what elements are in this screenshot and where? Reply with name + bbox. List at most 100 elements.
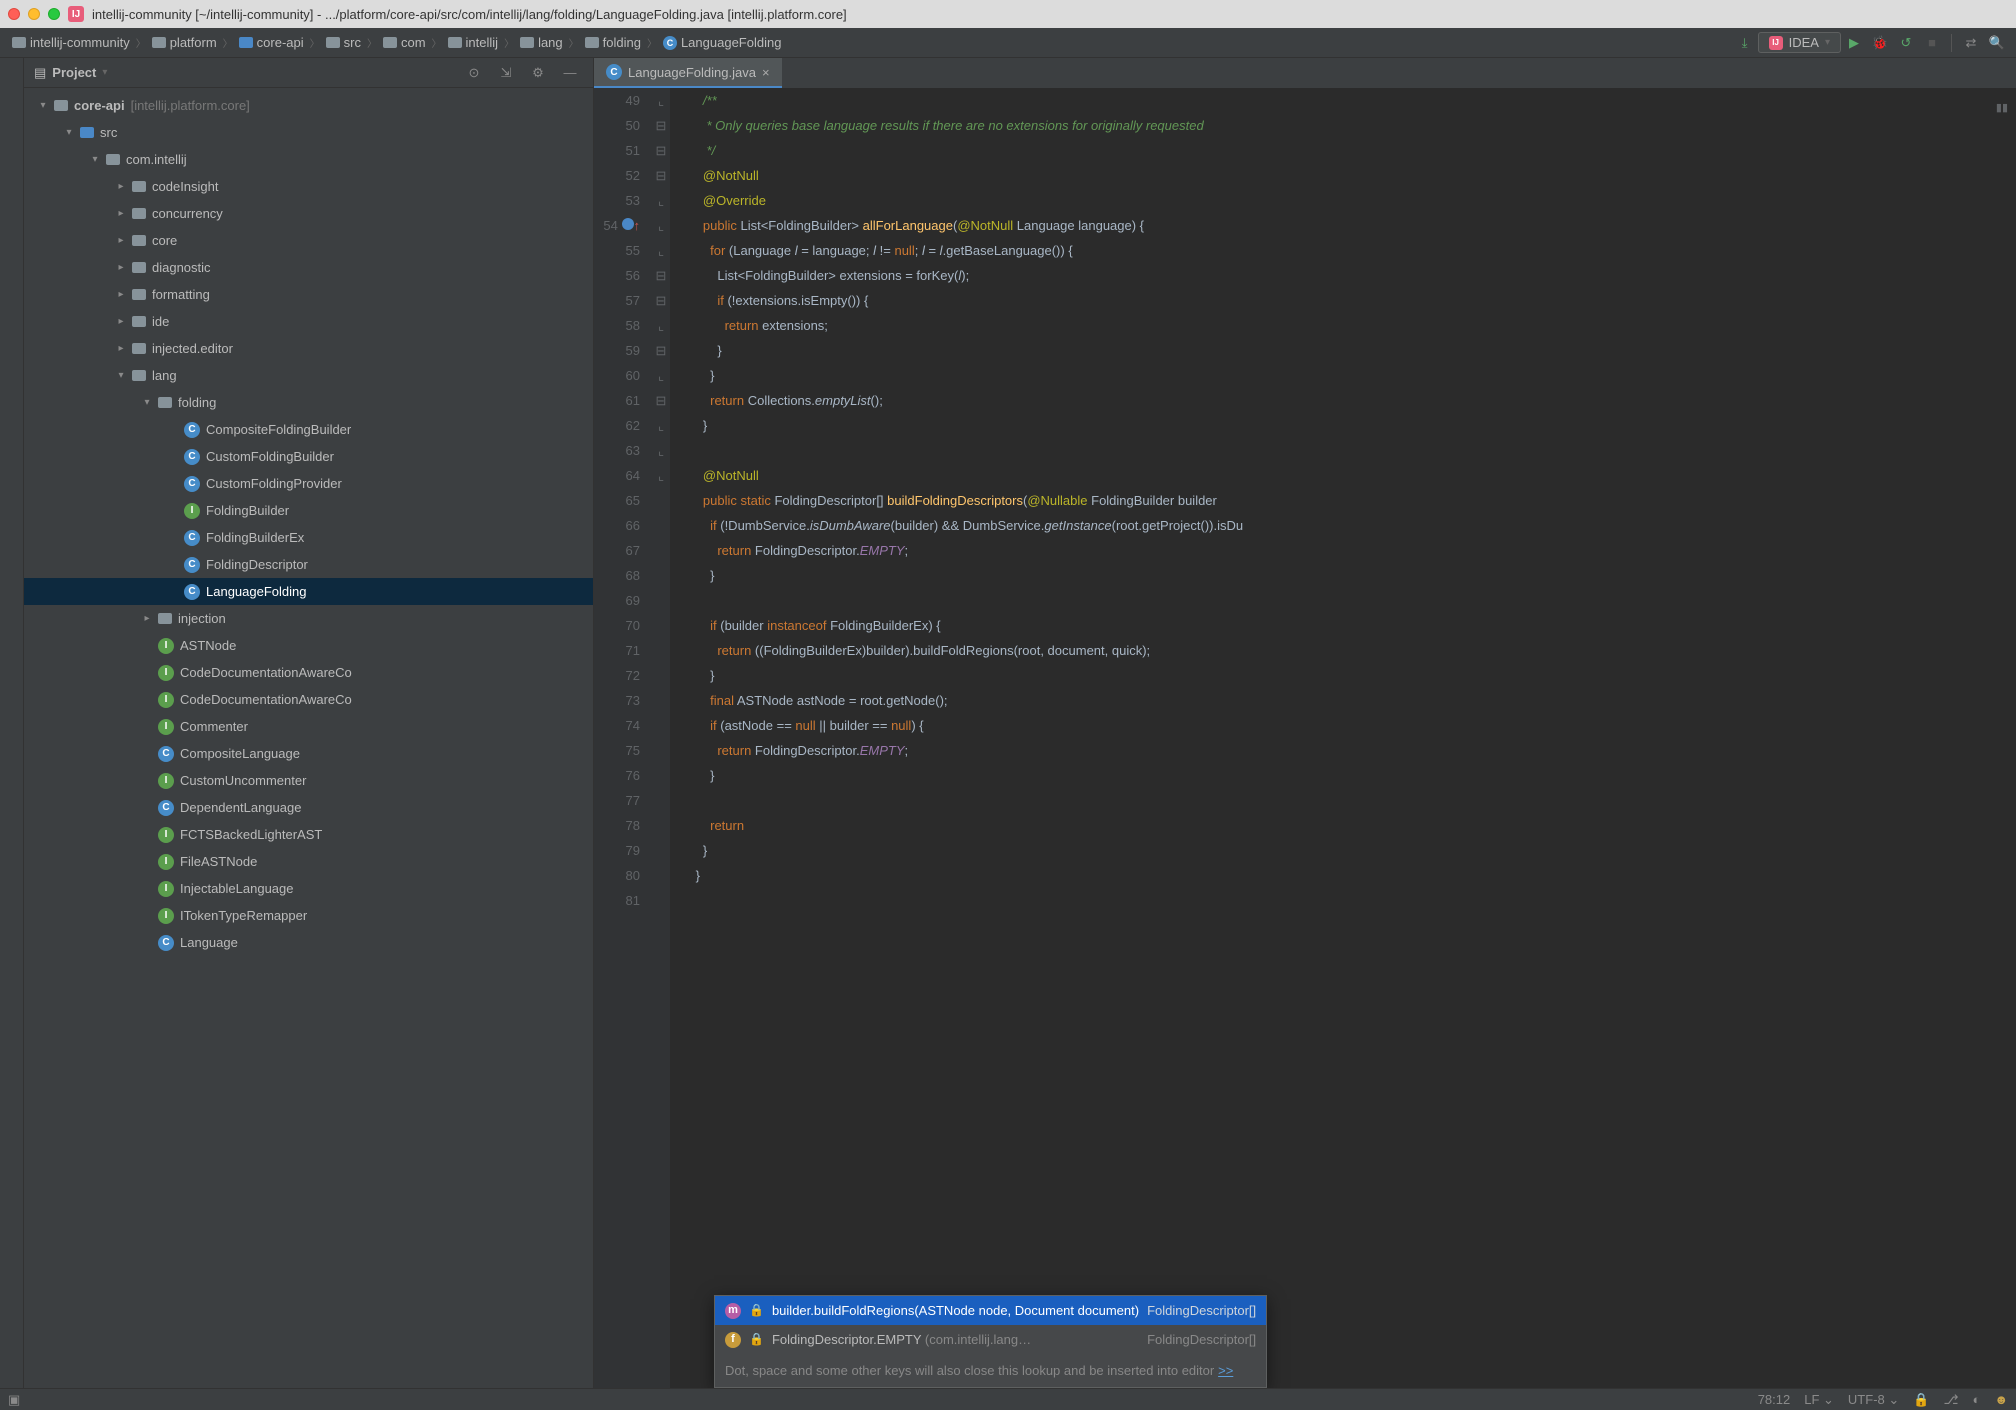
tree-node[interactable]: IITokenTypeRemapper [24,902,593,929]
build-icon[interactable]: ⤓ [1734,32,1756,54]
tree-arrow-icon[interactable]: ▾ [38,100,48,111]
interface-icon: I [158,719,174,735]
hide-icon[interactable]: — [559,62,581,84]
breadcrumb-item[interactable]: intellij [442,35,505,50]
interface-icon: I [158,773,174,789]
git-branch-icon[interactable]: ⎇ [1943,1392,1958,1408]
tree-node[interactable]: ▸codeInsight [24,173,593,200]
tree-node[interactable]: CCustomFoldingBuilder [24,443,593,470]
completion-item[interactable]: f🔒FoldingDescriptor.EMPTY (com.intellij.… [715,1325,1266,1354]
tree-node[interactable]: ▾src [24,119,593,146]
locate-icon[interactable]: ⊙ [463,62,485,84]
tree-node[interactable]: ▸injected.editor [24,335,593,362]
tree-node[interactable]: CFoldingDescriptor [24,551,593,578]
class-icon: C [663,36,677,50]
tree-node[interactable]: CCompositeFoldingBuilder [24,416,593,443]
inspector-icon[interactable]: ☻ [1994,1392,2008,1407]
close-tab-icon[interactable]: × [762,65,770,80]
run-icon[interactable]: ▶ [1843,32,1865,54]
collapse-all-icon[interactable]: ⇲ [495,62,517,84]
gear-icon[interactable]: ⚙ [527,62,549,84]
tree-node[interactable]: CLanguage [24,929,593,956]
breadcrumb-item[interactable]: core-api [233,35,310,50]
close-window-icon[interactable] [8,8,20,20]
tree-arrow-icon[interactable]: ▸ [116,316,126,327]
breadcrumb-item[interactable]: folding [579,35,647,50]
run-config-dropdown[interactable]: IJ IDEA ▾ [1758,32,1841,53]
tree-arrow-icon[interactable]: ▾ [142,397,152,408]
breadcrumb-label: core-api [257,35,304,50]
search-everywhere-icon[interactable]: 🔍 [1986,32,2008,54]
tree-node[interactable]: ▾core-api [intellij.platform.core] [24,92,593,119]
tree-node[interactable]: ▾folding [24,389,593,416]
tree-node[interactable]: CDependentLanguage [24,794,593,821]
debug-icon[interactable]: 🐞 [1869,32,1891,54]
tree-arrow-icon[interactable]: ▸ [142,613,152,624]
fold-gutter[interactable]: ⌞⊟⊟⊟⌞⌞⌞⊟⊟⌞⊟⌞⊟⌞⌞⌞ [652,88,670,1388]
tree-arrow-icon[interactable]: ▸ [116,181,126,192]
tree-arrow-icon[interactable]: ▸ [116,289,126,300]
breadcrumb-item[interactable]: intellij-community [6,35,136,50]
tree-node[interactable]: CCustomFoldingProvider [24,470,593,497]
caret-position[interactable]: 78:12 [1758,1392,1791,1407]
breadcrumb-item[interactable]: CLanguageFolding [657,35,787,50]
project-tree[interactable]: ▾core-api [intellij.platform.core]▾src▾c… [24,88,593,1388]
code-source[interactable]: /** * Only queries base language results… [670,88,2016,1388]
tree-node[interactable]: ICommenter [24,713,593,740]
tree-node[interactable]: ▸ide [24,308,593,335]
tree-arrow-icon[interactable]: ▸ [116,343,126,354]
completion-hint-link[interactable]: >> [1218,1363,1233,1378]
tree-arrow-icon[interactable]: ▾ [64,127,74,138]
tree-arrow-icon[interactable]: ▾ [90,154,100,165]
tool-window-stripe-left[interactable] [0,58,24,1388]
vcs-update-icon[interactable]: ⇄ [1960,32,1982,54]
tree-node[interactable]: IInjectableLanguage [24,875,593,902]
tree-node[interactable]: ▸formatting [24,281,593,308]
tree-node[interactable]: IFCTSBackedLighterAST [24,821,593,848]
code-editor[interactable]: ▮▮ 495051525354 ↑55565758596061626364656… [594,88,2016,1388]
tree-node[interactable]: ▸injection [24,605,593,632]
breadcrumb-item[interactable]: platform [146,35,223,50]
tree-arrow-icon[interactable]: ▸ [116,262,126,273]
run-coverage-icon[interactable]: ↺ [1895,32,1917,54]
tree-node[interactable]: ▸core [24,227,593,254]
tree-node[interactable]: CFoldingBuilderEx [24,524,593,551]
tree-node[interactable]: ICustomUncommenter [24,767,593,794]
zoom-window-icon[interactable] [48,8,60,20]
completion-hint: Dot, space and some other keys will also… [715,1354,1266,1387]
tree-node[interactable]: ▾com.intellij [24,146,593,173]
breadcrumb-item[interactable]: com [377,35,432,50]
tree-arrow-icon[interactable]: ▸ [116,235,126,246]
completion-item[interactable]: m🔒builder.buildFoldRegions(ASTNode node,… [715,1296,1266,1325]
tree-arrow-icon[interactable]: ▸ [116,208,126,219]
editor-tab[interactable]: C LanguageFolding.java × [594,58,782,88]
tree-arrow-icon[interactable]: ▾ [116,370,126,381]
tree-node[interactable]: CLanguageFolding [24,578,593,605]
chevron-down-icon[interactable]: ▾ [102,67,107,78]
tree-label: core-api [74,98,125,113]
tree-node[interactable]: ▸diagnostic [24,254,593,281]
breadcrumb-pause-icon[interactable]: ▮▮ [1996,96,2008,121]
file-encoding[interactable]: UTF-8 ⌄ [1848,1392,1899,1408]
breadcrumb-item[interactable]: src [320,35,367,50]
tree-node[interactable]: ICodeDocumentationAwareCo [24,686,593,713]
tree-node[interactable]: IFileASTNode [24,848,593,875]
breadcrumb-label: com [401,35,426,50]
memory-indicator-icon[interactable]: ◐ [1972,1392,1980,1407]
tree-node[interactable]: IASTNode [24,632,593,659]
tree-node[interactable]: IFoldingBuilder [24,497,593,524]
breadcrumb-item[interactable]: lang [514,35,569,50]
tree-node[interactable]: ▾lang [24,362,593,389]
tree-node[interactable]: ▸concurrency [24,200,593,227]
minimize-window-icon[interactable] [28,8,40,20]
chevron-right-icon: 〉 [504,35,514,50]
tool-windows-icon[interactable]: ▣ [8,1392,20,1408]
completion-kind-icon: f [725,1332,741,1348]
tree-node[interactable]: ICodeDocumentationAwareCo [24,659,593,686]
tree-node[interactable]: CCompositeLanguage [24,740,593,767]
tree-label: CodeDocumentationAwareCo [180,692,352,707]
line-separator[interactable]: LF ⌄ [1804,1392,1834,1408]
completion-popup[interactable]: m🔒builder.buildFoldRegions(ASTNode node,… [714,1295,1267,1388]
readonly-lock-icon[interactable]: 🔒 [1913,1392,1929,1408]
stop-icon[interactable]: ■ [1921,32,1943,54]
